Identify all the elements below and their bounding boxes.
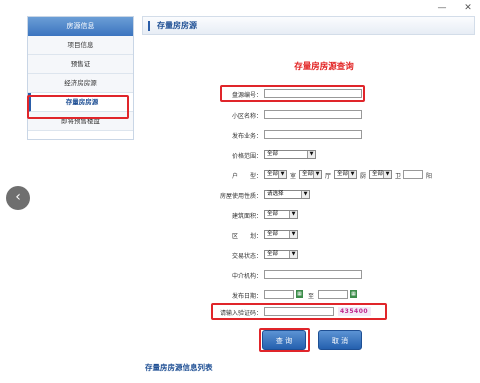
balcony-input[interactable] bbox=[403, 170, 423, 179]
kitchen-unit: 厨 bbox=[360, 173, 367, 180]
agency-input[interactable] bbox=[264, 270, 362, 279]
district-label: 区 划： bbox=[231, 233, 262, 240]
sidebar-item-project-info[interactable]: 项目信息 bbox=[28, 36, 133, 55]
community-label: 小区名称： bbox=[231, 113, 262, 120]
hall-select-value: 全部 bbox=[302, 171, 314, 177]
layout-label: 户 型： bbox=[231, 173, 262, 180]
chevron-down-icon: ▼ bbox=[289, 211, 297, 218]
bath-select[interactable]: 全部 ▼ bbox=[369, 170, 392, 179]
captcha-label: 请输入验证码： bbox=[219, 310, 262, 317]
usage-select-value: 请选择 bbox=[267, 191, 284, 197]
chevron-down-icon: ▼ bbox=[289, 231, 297, 238]
agency-label: 中介机构： bbox=[231, 273, 262, 280]
status-label: 交易状态： bbox=[231, 253, 262, 260]
community-input[interactable] bbox=[264, 110, 362, 119]
date-from-input[interactable] bbox=[264, 290, 294, 299]
date-to-label: 至 bbox=[308, 293, 315, 300]
date-label: 发布日期： bbox=[231, 293, 262, 300]
balcony-unit: 阳 bbox=[426, 173, 433, 180]
sidebar: 房源信息 项目信息 预售证 经济房房源 存量房房源 即将预售楼盘 bbox=[27, 16, 134, 140]
captcha-input[interactable] bbox=[264, 307, 334, 316]
usage-select[interactable]: 请选择 ▼ bbox=[264, 190, 310, 199]
form-title: 存量房房源查询 bbox=[294, 62, 354, 72]
main-header: 存量房房源 bbox=[142, 16, 475, 35]
usage-label: 房屋使用性质： bbox=[219, 193, 262, 200]
header-accent-bar bbox=[148, 21, 150, 31]
minimize-icon[interactable]: — bbox=[436, 3, 448, 13]
publisher-label: 发布业务： bbox=[231, 133, 262, 140]
room-unit: 室 bbox=[290, 173, 297, 180]
status-select[interactable]: 全部 ▼ bbox=[264, 250, 298, 259]
chevron-down-icon: ▼ bbox=[313, 171, 321, 178]
chevron-down-icon: ▼ bbox=[307, 151, 315, 158]
sidebar-item-presale-certificate[interactable]: 预售证 bbox=[28, 55, 133, 74]
publisher-input[interactable] bbox=[264, 130, 362, 139]
price-select[interactable]: 全部 ▼ bbox=[264, 150, 316, 159]
bath-unit: 卫 bbox=[395, 173, 402, 180]
bath-select-value: 全部 bbox=[372, 171, 384, 177]
list-title: 存量房房源信息列表 bbox=[145, 363, 213, 372]
page-title: 存量房房源 bbox=[157, 21, 197, 30]
price-select-value: 全部 bbox=[267, 151, 279, 157]
calendar-icon[interactable]: ▦ bbox=[350, 290, 357, 298]
code-label: 盘源编号： bbox=[231, 92, 262, 99]
district-select[interactable]: 全部 ▼ bbox=[264, 230, 298, 239]
sidebar-header: 房源信息 bbox=[28, 17, 133, 36]
chevron-down-icon: ▼ bbox=[289, 251, 297, 258]
hall-unit: 厅 bbox=[325, 173, 332, 180]
status-select-value: 全部 bbox=[267, 251, 279, 257]
chevron-down-icon: ▼ bbox=[278, 171, 286, 178]
chevron-down-icon: ▼ bbox=[383, 171, 391, 178]
chevron-down-icon: ▼ bbox=[348, 171, 356, 178]
area-label: 建筑面积： bbox=[231, 213, 262, 220]
query-button[interactable]: 查 询 bbox=[262, 330, 306, 350]
captcha-image[interactable]: 435400 bbox=[338, 307, 371, 316]
sidebar-highlight-box bbox=[27, 95, 129, 119]
kitchen-select-value: 全部 bbox=[337, 171, 349, 177]
calendar-icon[interactable]: ▦ bbox=[296, 290, 303, 298]
room-select[interactable]: 全部 ▼ bbox=[264, 170, 287, 179]
date-to-input[interactable] bbox=[318, 290, 348, 299]
price-label: 价格范围： bbox=[231, 153, 262, 160]
captcha-code: 435400 bbox=[340, 308, 369, 315]
hall-select[interactable]: 全部 ▼ bbox=[299, 170, 322, 179]
sidebar-item-economic-housing[interactable]: 经济房房源 bbox=[28, 74, 133, 93]
code-input[interactable] bbox=[264, 89, 362, 98]
area-select[interactable]: 全部 ▼ bbox=[264, 210, 298, 219]
back-arrow-icon[interactable]: ‹ bbox=[6, 186, 30, 210]
kitchen-select[interactable]: 全部 ▼ bbox=[334, 170, 357, 179]
cancel-button[interactable]: 取 消 bbox=[318, 330, 362, 350]
room-select-value: 全部 bbox=[267, 171, 279, 177]
area-select-value: 全部 bbox=[267, 211, 279, 217]
district-select-value: 全部 bbox=[267, 231, 279, 237]
chevron-down-icon: ▼ bbox=[301, 191, 309, 198]
close-icon[interactable]: ✕ bbox=[462, 3, 474, 13]
